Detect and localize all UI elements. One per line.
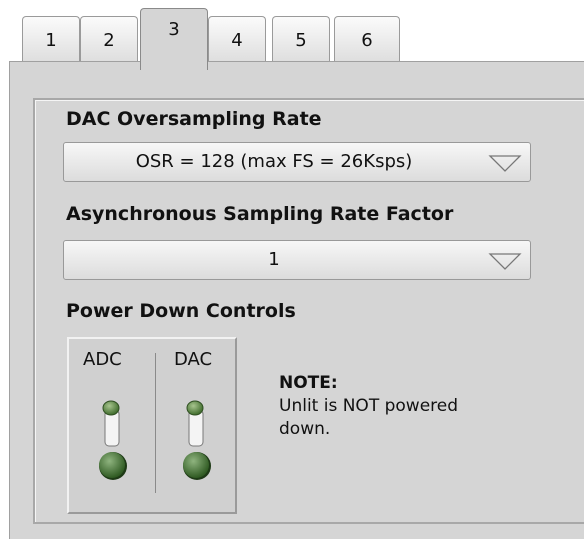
async-rate-select[interactable]: 1 bbox=[63, 240, 531, 280]
tab-5[interactable]: 5 bbox=[272, 16, 330, 62]
note: NOTE: Unlit is NOT powered down. bbox=[279, 372, 509, 441]
tab-3[interactable]: 3 bbox=[140, 8, 208, 70]
chevron-down-icon bbox=[488, 253, 522, 270]
tab-1[interactable]: 1 bbox=[22, 16, 80, 62]
divider bbox=[155, 353, 156, 493]
note-text: Unlit is NOT powered down. bbox=[279, 396, 459, 439]
async-rate-value: 1 bbox=[268, 249, 280, 270]
tab-4[interactable]: 4 bbox=[208, 16, 266, 62]
power-down-label: Power Down Controls bbox=[66, 300, 296, 322]
async-rate-label: Asynchronous Sampling Rate Factor bbox=[66, 203, 454, 225]
chevron-down-icon bbox=[488, 155, 522, 172]
note-title: NOTE: bbox=[279, 373, 338, 393]
dac-label: DAC bbox=[174, 349, 213, 370]
dac-oversampling-value: OSR = 128 (max FS = 26Ksps) bbox=[135, 151, 413, 172]
dac-oversampling-label: DAC Oversampling Rate bbox=[66, 108, 322, 130]
tab-6[interactable]: 6 bbox=[334, 16, 400, 62]
tab-2[interactable]: 2 bbox=[80, 16, 138, 62]
dac-oversampling-select[interactable]: OSR = 128 (max FS = 26Ksps) bbox=[63, 142, 531, 182]
adc-label: ADC bbox=[83, 349, 122, 370]
adc-power-toggle[interactable] bbox=[91, 396, 131, 484]
power-down-controls: ADC DAC bbox=[67, 337, 237, 514]
dac-power-toggle[interactable] bbox=[175, 396, 215, 484]
